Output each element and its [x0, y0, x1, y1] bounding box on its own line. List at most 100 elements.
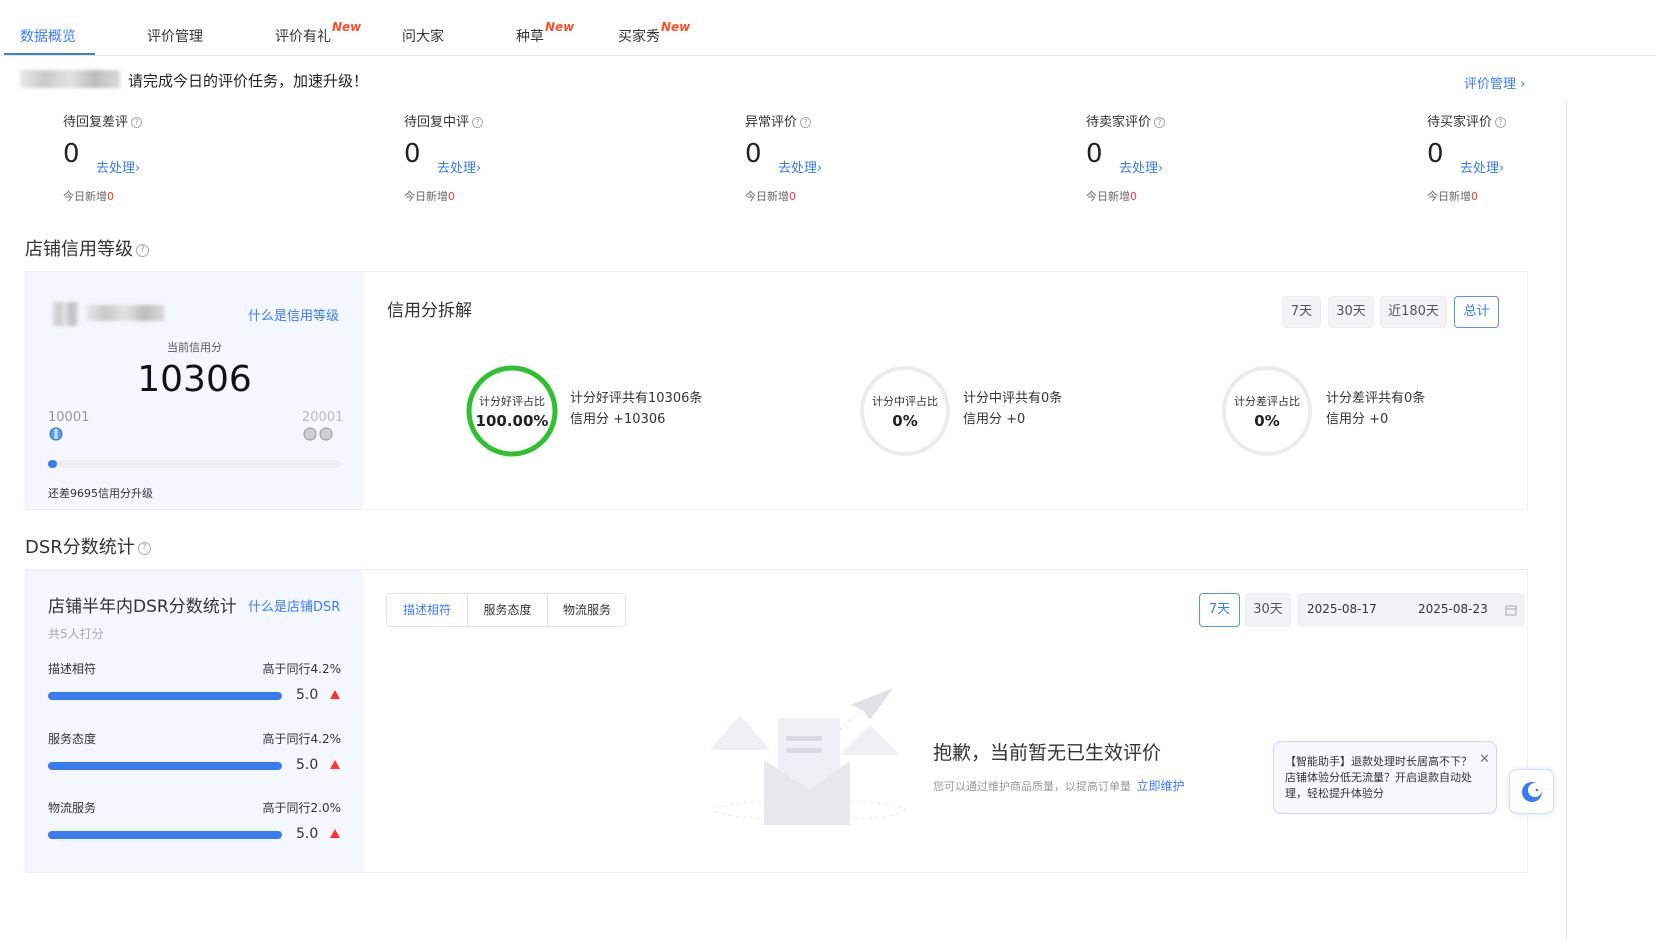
- ring-value: 0%: [1254, 412, 1280, 430]
- new-badge: New: [545, 20, 575, 34]
- upgrade-hint: 还差9695信用分升级: [48, 487, 153, 500]
- stat-label: 待回复中评: [404, 115, 470, 130]
- tab-overview[interactable]: 数据概览: [20, 26, 76, 46]
- stat-value: 0: [745, 139, 762, 169]
- level-avatar-blurred: [52, 302, 78, 326]
- up-arrow-icon: [330, 829, 340, 838]
- stat-label: 待买家评价: [1427, 115, 1493, 130]
- shop-name-blurred: [20, 70, 120, 88]
- dsr-range-7d-button[interactable]: 7天: [1199, 593, 1240, 627]
- dsr-item-name: 物流服务: [48, 801, 97, 815]
- dsr-card-title: 店铺半年内DSR分数统计: [48, 597, 237, 617]
- dsr-item-name: 描述相符: [48, 662, 97, 676]
- segment-service[interactable]: 服务态度: [467, 594, 547, 626]
- credit-level-panel: 什么是信用等级 当前信用分 10306 10001 20001 还差9695信用…: [26, 272, 363, 509]
- today-new: 今日新增0: [745, 190, 796, 203]
- current-level-badge-icon: [49, 427, 63, 441]
- empty-mailbox-illustration: [710, 688, 906, 825]
- stat-value: 0: [1427, 139, 1444, 169]
- tab-review-management[interactable]: 评价管理: [147, 26, 203, 46]
- dsr-dimension-tabs: 描述相符 服务态度 物流服务: [386, 593, 626, 627]
- go-handle-link[interactable]: 去处理›: [96, 157, 140, 176]
- stat-label: 异常评价: [745, 115, 798, 130]
- help-icon[interactable]: ?: [131, 117, 143, 128]
- help-icon[interactable]: ?: [136, 243, 149, 257]
- current-credit-value: 10306: [137, 359, 252, 400]
- maintain-now-link[interactable]: 立即维护: [1137, 779, 1185, 793]
- assistant-tip-text: 【智能助手】退款处理时长居高不下？店铺体验分低无流量？开启退款自动处理，轻松提升…: [1285, 755, 1472, 800]
- today-new: 今日新增0: [1086, 190, 1137, 203]
- dsr-item-name: 服务态度: [48, 732, 97, 746]
- stat-value: 0: [1086, 139, 1103, 169]
- help-icon[interactable]: ?: [137, 541, 151, 555]
- go-handle-link[interactable]: 去处理›: [1460, 157, 1504, 176]
- review-management-link[interactable]: 评价管理 ›: [1464, 73, 1525, 92]
- range-180d-button[interactable]: 近180天: [1380, 296, 1447, 328]
- page-scrollbar-edge: [1566, 100, 1567, 940]
- ring-label: 计分差评占比: [1234, 395, 1300, 408]
- tab-seeding[interactable]: 种草 New: [516, 20, 574, 46]
- page: 数据概览 评价管理 评价有礼 New 问大家 种草 New 买家秀 New 请完成今日…: [0, 0, 1672, 940]
- active-tab-indicator: [4, 53, 95, 55]
- help-icon[interactable]: ?: [472, 117, 484, 128]
- dsr-item-score: 5.0: [296, 757, 319, 773]
- ring-value: 0%: [892, 412, 918, 430]
- go-handle-link[interactable]: 去处理›: [437, 157, 481, 176]
- date-start: 2025-08-17: [1307, 602, 1377, 616]
- range-total-button[interactable]: 总计: [1454, 296, 1499, 328]
- range-7d-button[interactable]: 7天: [1282, 296, 1321, 328]
- help-icon[interactable]: ?: [800, 117, 812, 128]
- what-is-dsr-link[interactable]: 什么是店铺DSR: [248, 596, 340, 615]
- next-level-badge-icon: [303, 427, 333, 441]
- dsr-stats-panel: 店铺半年内DSR分数统计 什么是店铺DSR 共5人打分 描述相符 高于同行4.2…: [26, 570, 363, 872]
- stat-label: 待回复差评: [63, 115, 129, 130]
- range-30d-button[interactable]: 30天: [1328, 296, 1374, 328]
- credit-max: 20001: [302, 410, 344, 425]
- go-handle-link[interactable]: 去处理›: [1119, 157, 1163, 176]
- stat-abnormal-review: 异常评价? 0 去处理› 今日新增0: [745, 111, 945, 206]
- segment-logistics[interactable]: 物流服务: [547, 594, 626, 626]
- dsr-range-30d-button[interactable]: 30天: [1245, 593, 1291, 627]
- new-badge: New: [332, 20, 362, 34]
- go-handle-link[interactable]: 去处理›: [778, 157, 822, 176]
- credit-progress-fill: [48, 460, 57, 468]
- tab-bar: 数据概览 评价管理 评价有礼 New 问大家 种草 New 买家秀 New: [0, 0, 1656, 56]
- dsr-section-title: DSR分数统计?: [25, 533, 151, 559]
- calendar-icon: [1505, 605, 1517, 616]
- stat-pending-seller-review: 待卖家评价? 0 去处理› 今日新增0: [1086, 111, 1286, 206]
- good-ratio-ring-labels: 计分好评占比 100.00%: [465, 364, 559, 458]
- today-new: 今日新增0: [1427, 190, 1478, 203]
- mid-ratio-ring-labels: 计分中评占比 0%: [858, 364, 952, 458]
- dsr-item-compare: 高于同行2.0%: [262, 801, 342, 815]
- bad-ratio-ring-labels: 计分差评占比 0%: [1220, 364, 1314, 458]
- date-range-picker[interactable]: 2025-08-17 2025-08-23: [1297, 593, 1525, 627]
- tab-buyer-show[interactable]: 买家秀 New: [618, 20, 690, 46]
- current-credit-label: 当前信用分: [167, 341, 222, 354]
- help-icon[interactable]: ?: [1495, 117, 1507, 128]
- stat-pending-bad-reply: 待回复差评? 0 去处理› 今日新增0: [63, 111, 263, 206]
- dsr-score-bar: [48, 692, 282, 700]
- assistant-tip-popup[interactable]: 【智能助手】退款处理时长居高不下？店铺体验分低无流量？开启退款自动处理，轻松提升…: [1273, 741, 1497, 814]
- new-badge: New: [661, 20, 691, 34]
- what-is-credit-link[interactable]: 什么是信用等级: [248, 305, 339, 324]
- mid-ratio-detail: 计分中评共有0条 信用分 +0: [963, 391, 1063, 427]
- tab-review-rewards[interactable]: 评价有礼 New: [275, 20, 361, 46]
- stat-pending-buyer-review: 待买家评价? 0 去处理› 今日新增0: [1427, 111, 1627, 206]
- dsr-item-score: 5.0: [296, 826, 319, 842]
- stat-pending-mid-reply: 待回复中评? 0 去处理› 今日新增0: [404, 111, 604, 206]
- today-new: 今日新增0: [63, 190, 114, 203]
- segment-description[interactable]: 描述相符: [387, 594, 467, 626]
- dsr-item-compare: 高于同行4.2%: [262, 732, 342, 746]
- tab-ask-everyone[interactable]: 问大家: [402, 26, 444, 46]
- stat-value: 0: [404, 139, 421, 169]
- close-icon[interactable]: ✕: [1479, 752, 1490, 767]
- bad-ratio-detail: 计分差评共有0条 信用分 +0: [1326, 391, 1426, 427]
- assistant-bot-icon: [1522, 782, 1542, 802]
- credit-min: 10001: [48, 410, 90, 425]
- assistant-bot-button[interactable]: [1509, 769, 1554, 814]
- empty-title: 抱歉，当前暂无已生效评价: [933, 742, 1162, 764]
- stat-label: 待卖家评价: [1086, 115, 1152, 130]
- help-icon[interactable]: ?: [1154, 117, 1166, 128]
- ring-label: 计分中评占比: [872, 395, 938, 408]
- ring-label: 计分好评占比: [479, 395, 545, 408]
